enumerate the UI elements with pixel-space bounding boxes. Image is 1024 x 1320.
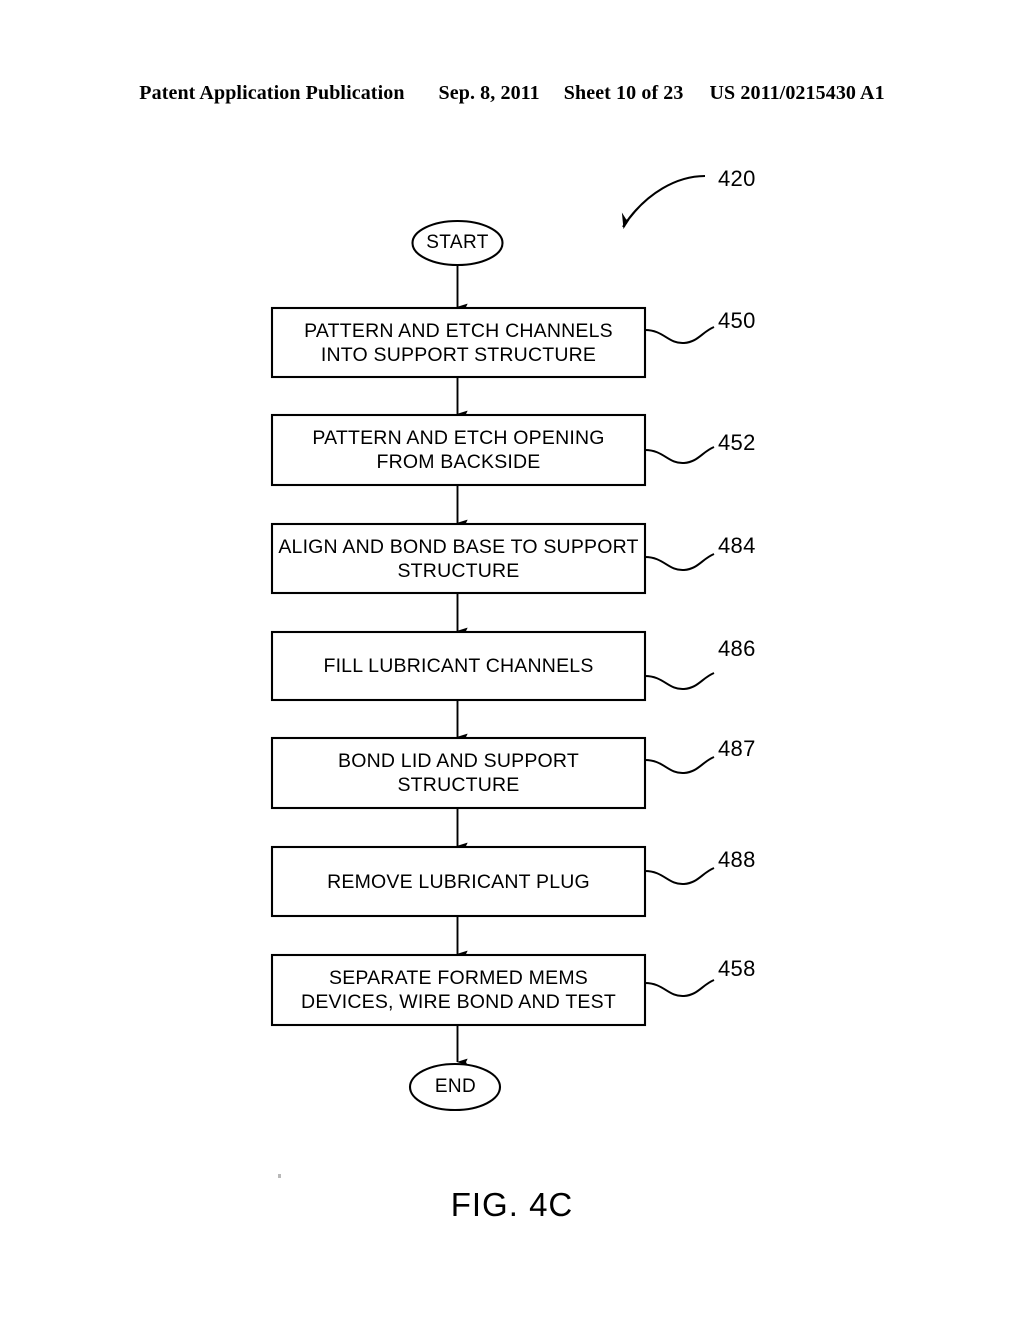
process-box-452-label: PATTERN AND ETCH OPENING FROM BACKSIDE xyxy=(312,427,605,473)
reference-numeral-452: 452 xyxy=(718,430,756,455)
reference-numeral-487: 487 xyxy=(718,736,756,761)
process-box-487-label: BOND LID AND SUPPORT STRUCTURE xyxy=(338,750,579,796)
process-box-458-label: SEPARATE FORMED MEMS DEVICES, WIRE BOND … xyxy=(301,967,616,1013)
process-box-484-label: ALIGN AND BOND BASE TO SUPPORT STRUCTURE xyxy=(278,535,639,582)
reference-numeral-458: 458 xyxy=(718,956,756,981)
start-terminal-label: START xyxy=(426,232,489,253)
leader-line-488 xyxy=(644,867,715,886)
figure-caption: FIG. 4C xyxy=(450,1186,574,1223)
reference-numeral-484: 484 xyxy=(718,533,756,558)
end-terminal-label: END xyxy=(434,1076,477,1097)
leader-line-452 xyxy=(644,446,715,465)
reference-numeral-450: 450 xyxy=(718,308,756,333)
process-box-486-label: FILL LUBRICANT CHANNELS xyxy=(323,655,594,677)
leader-line-450 xyxy=(644,326,715,345)
process-box-488-label: REMOVE LUBRICANT PLUG xyxy=(327,870,590,893)
process-box-450-label: PATTERN AND ETCH CHANNELS INTO SUPPORT S… xyxy=(304,319,613,366)
leader-line-484 xyxy=(644,553,715,572)
reference-numeral-488: 488 xyxy=(718,847,756,872)
reference-numeral-420: 420 xyxy=(718,166,756,191)
leader-arrow-420 xyxy=(621,174,706,230)
leader-line-458 xyxy=(644,979,715,998)
reference-numeral-486: 486 xyxy=(718,636,756,661)
scan-artifact xyxy=(278,1174,281,1178)
leader-line-487 xyxy=(644,756,715,775)
leader-line-486 xyxy=(644,672,715,691)
patent-figure-page: Patent Application Publication Sep. 8, 20… xyxy=(0,0,1024,1320)
